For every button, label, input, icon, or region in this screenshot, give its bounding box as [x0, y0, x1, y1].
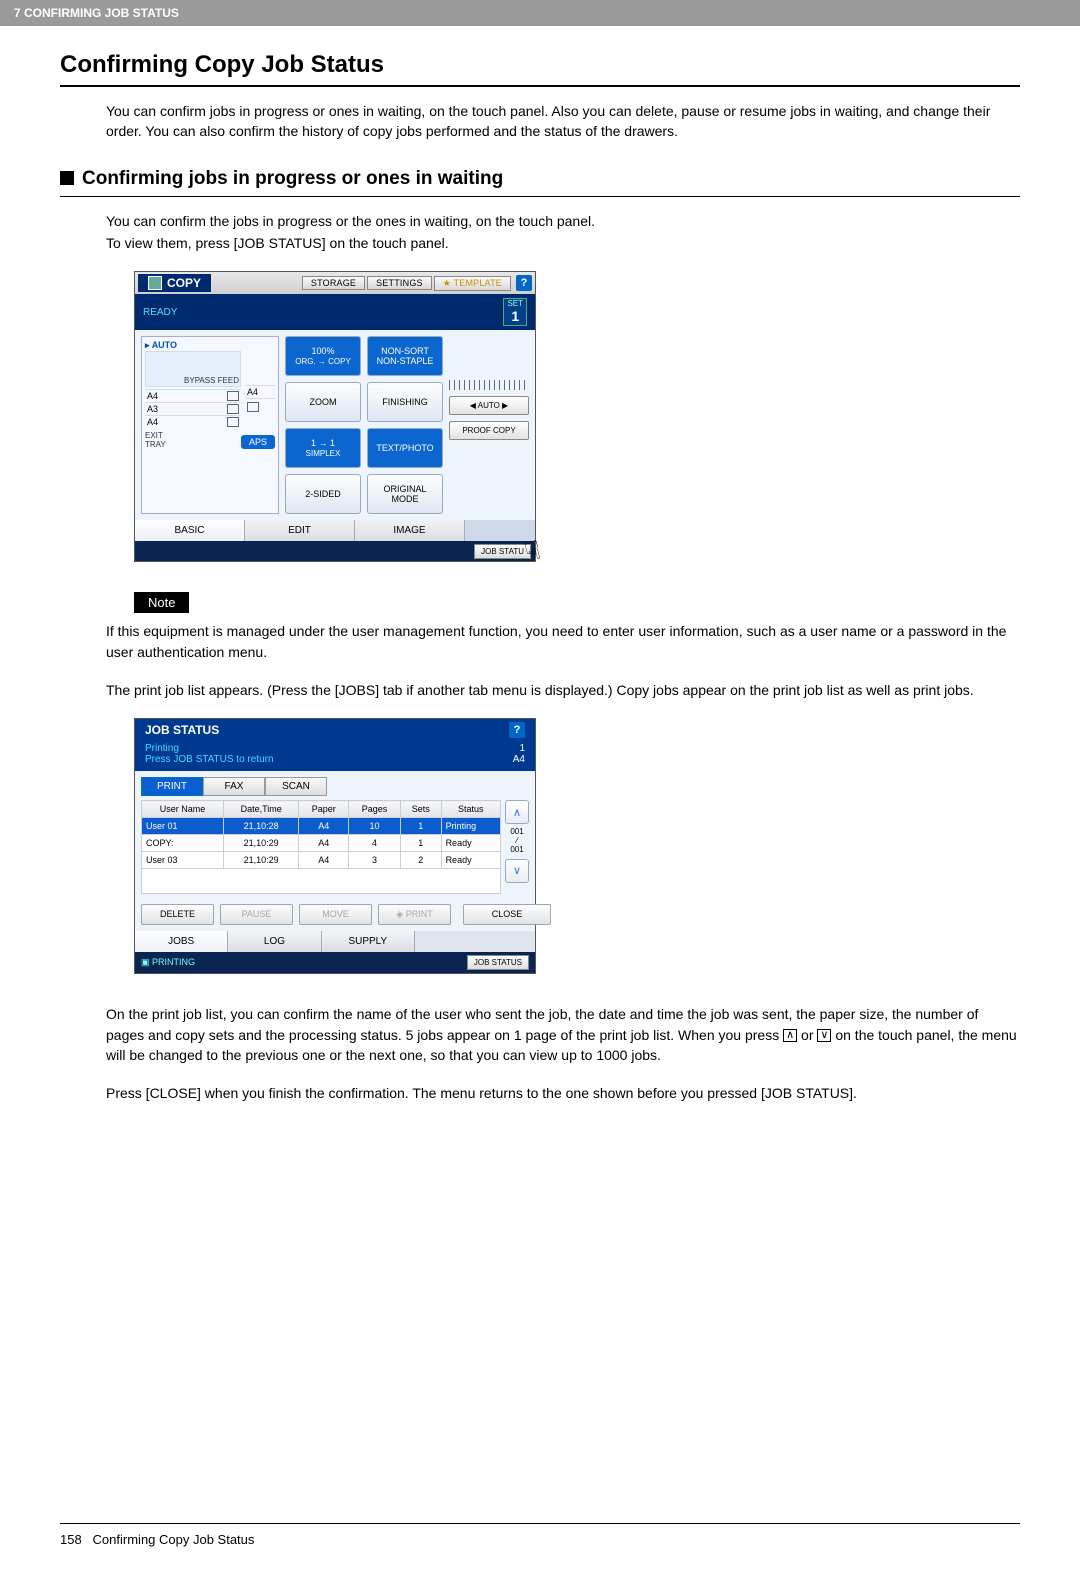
intro-text: You can confirm jobs in progress or ones…: [106, 101, 1020, 142]
zoom-button[interactable]: ZOOM: [285, 382, 361, 422]
paper-row[interactable]: A3: [145, 402, 241, 415]
tray-icon: [227, 404, 239, 414]
job-status-screenshot: JOB STATUS ? Printing Press JOB STATUS t…: [134, 718, 536, 974]
exposure-ruler: [449, 380, 529, 390]
tray-icon: [227, 391, 239, 401]
tab-print[interactable]: PRINT: [141, 777, 203, 796]
after-text-1: On the print job list, you can confirm t…: [106, 1004, 1020, 1065]
note-text: If this equipment is managed under the u…: [106, 621, 1020, 662]
print-button[interactable]: ◈ PRINT: [378, 904, 451, 925]
zoom-ratio-button[interactable]: 100% ORG. → COPY: [285, 336, 361, 376]
two-sided-button[interactable]: 2-SIDED: [285, 474, 361, 514]
textphoto-button[interactable]: TEXT/PHOTO: [367, 428, 443, 468]
paper-row[interactable]: A4: [145, 389, 241, 402]
page-indicator: 001⁄001: [505, 828, 529, 854]
help-icon[interactable]: ?: [516, 275, 532, 291]
paper-row[interactable]: A4: [145, 415, 241, 428]
footer-job-status-button[interactable]: JOB STATUS: [467, 955, 529, 970]
paper-row[interactable]: [245, 398, 275, 414]
table-row[interactable]: User 0321,10:29A432Ready: [142, 852, 501, 869]
col-pages: Pages: [349, 801, 401, 818]
simplex-button[interactable]: 1 → 1 SIMPLEX: [285, 428, 361, 468]
copy-icon: [148, 276, 162, 290]
help-icon[interactable]: ?: [509, 722, 525, 738]
page-title: Confirming Copy Job Status: [60, 51, 1020, 79]
page-number: 158: [60, 1532, 82, 1547]
table-row[interactable]: COPY:21,10:29A441Ready: [142, 835, 501, 852]
job-paper: A4: [513, 754, 525, 765]
copy-title: COPY: [138, 274, 211, 292]
tray-icon: [247, 402, 259, 412]
bypass-label: BYPASS FEED: [184, 376, 239, 385]
table-row[interactable]: User 0121,10:28A4101Printing: [142, 818, 501, 835]
delete-button[interactable]: DELETE: [141, 904, 214, 925]
joblist-intro: The print job list appears. (Press the […: [106, 680, 1020, 700]
set-count: SET 1: [503, 298, 527, 326]
scroll-down-button[interactable]: ∨: [505, 859, 529, 883]
job-table: User Name Date,Time Paper Pages Sets Sta…: [141, 800, 501, 894]
original-mode-button[interactable]: ORIGINAL MODE: [367, 474, 443, 514]
storage-button[interactable]: STORAGE: [302, 276, 365, 290]
tab-jobs[interactable]: JOBS: [135, 931, 228, 952]
auto-exposure-button[interactable]: ◀ AUTO ▶: [449, 396, 529, 415]
printing-label: Printing: [145, 743, 179, 754]
return-hint: Press JOB STATUS to return: [145, 754, 274, 765]
section-heading: Confirming jobs in progress or ones in w…: [60, 168, 1020, 190]
tab-edit[interactable]: EDIT: [245, 520, 355, 541]
chapter-header: 7 CONFIRMING JOB STATUS: [0, 0, 1080, 26]
page-footer: 158 Confirming Copy Job Status: [60, 1523, 1020, 1547]
close-button[interactable]: CLOSE: [463, 904, 551, 925]
aps-button[interactable]: APS: [241, 435, 275, 449]
hand-cursor-icon: ☟: [521, 535, 544, 569]
tab-basic[interactable]: BASIC: [135, 520, 245, 541]
copy-screen-screenshot: COPY STORAGE SETTINGS ★ TEMPLATE ? READY…: [134, 271, 536, 562]
job-count: 1: [519, 743, 525, 754]
up-arrow-icon: ∧: [783, 1029, 797, 1042]
title-rule: [60, 85, 1020, 87]
auto-paper-label: ▸ AUTO: [145, 340, 275, 351]
proof-copy-button[interactable]: PROOF COPY: [449, 421, 529, 440]
paper-row[interactable]: A4: [245, 385, 275, 398]
tab-supply[interactable]: SUPPLY: [322, 931, 415, 952]
tab-log[interactable]: LOG: [228, 931, 321, 952]
square-bullet-icon: [60, 171, 74, 185]
move-button[interactable]: MOVE: [299, 904, 372, 925]
footer-printing-status: ▣ PRINTING: [141, 957, 195, 968]
section-text-1: You can confirm the jobs in progress or …: [106, 211, 1020, 231]
job-status-title: JOB STATUS: [145, 723, 219, 737]
nonsort-button[interactable]: NON-SORT NON-STAPLE: [367, 336, 443, 376]
col-user: User Name: [142, 801, 224, 818]
tray-icon: [227, 417, 239, 427]
finishing-button[interactable]: FINISHING: [367, 382, 443, 422]
section-rule: [60, 196, 1020, 197]
footer-title: Confirming Copy Job Status: [93, 1532, 255, 1547]
tab-scan[interactable]: SCAN: [265, 777, 327, 796]
col-sets: Sets: [400, 801, 441, 818]
col-date: Date,Time: [223, 801, 298, 818]
tab-image[interactable]: IMAGE: [355, 520, 465, 541]
exit-tray-label: EXIT TRAY: [145, 431, 182, 449]
col-status: Status: [441, 801, 500, 818]
template-button[interactable]: ★ TEMPLATE: [434, 276, 511, 291]
settings-button[interactable]: SETTINGS: [367, 276, 432, 290]
note-badge: Note: [134, 592, 189, 613]
tab-fax[interactable]: FAX: [203, 777, 265, 796]
down-arrow-icon: ∨: [817, 1029, 831, 1042]
after-text-2: Press [CLOSE] when you finish the confir…: [106, 1083, 1020, 1103]
paper-source-panel: ▸ AUTO BYPASS FEED A4 A3 A4 A4: [141, 336, 279, 514]
col-paper: Paper: [299, 801, 349, 818]
scroll-up-button[interactable]: ∧: [505, 800, 529, 824]
section-heading-text: Confirming jobs in progress or ones in w…: [82, 168, 503, 189]
ready-status: READY: [143, 307, 177, 318]
pause-button[interactable]: PAUSE: [220, 904, 293, 925]
section-text-2: To view them, press [JOB STATUS] on the …: [106, 233, 1020, 253]
